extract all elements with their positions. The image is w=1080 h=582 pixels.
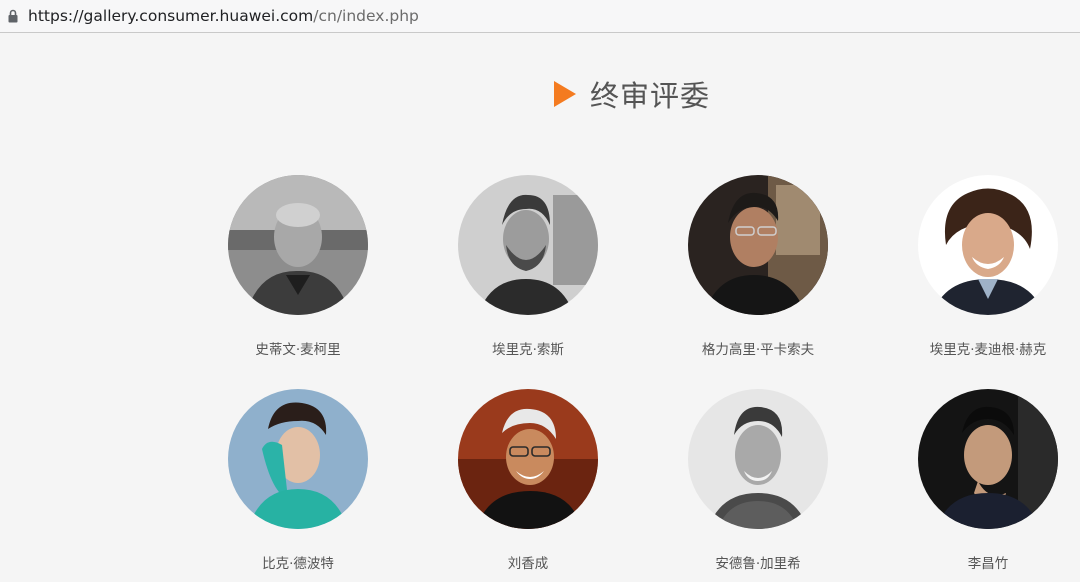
- play-triangle-icon: [554, 81, 576, 107]
- judge-card[interactable]: 比克·德波特: [188, 389, 408, 572]
- judge-name[interactable]: 史蒂文·麦柯里: [188, 338, 408, 358]
- url-host: https://gallery.consumer.huawei.com: [28, 7, 314, 25]
- judge-name[interactable]: 安德鲁·加里希: [648, 552, 868, 572]
- judge-portrait[interactable]: [918, 175, 1058, 315]
- judge-portrait[interactable]: [458, 175, 598, 315]
- judge-card[interactable]: 格力高里·平卡索夫: [648, 175, 868, 358]
- section-heading: 终审评委: [554, 76, 711, 113]
- judge-name[interactable]: 李昌竹: [878, 552, 1080, 572]
- judge-portrait[interactable]: [228, 389, 368, 529]
- judge-portrait[interactable]: [458, 389, 598, 529]
- judge-name[interactable]: 比克·德波特: [188, 552, 408, 572]
- judge-card[interactable]: 李昌竹: [878, 389, 1080, 572]
- lock-icon: [8, 9, 18, 23]
- section-title: 终审评委: [590, 79, 711, 113]
- judge-card[interactable]: 埃里克·索斯: [418, 175, 638, 358]
- judge-portrait[interactable]: [688, 175, 828, 315]
- judge-name[interactable]: 埃里克·索斯: [418, 338, 638, 358]
- judge-card[interactable]: 史蒂文·麦柯里: [188, 175, 408, 358]
- url-text[interactable]: https://gallery.consumer.huawei.com/cn/i…: [28, 6, 419, 26]
- judge-card[interactable]: 埃里克·麦迪根·赫克: [878, 175, 1080, 358]
- judge-name[interactable]: 格力高里·平卡索夫: [648, 338, 868, 358]
- judge-card[interactable]: 安德鲁·加里希: [648, 389, 868, 572]
- judge-portrait[interactable]: [918, 389, 1058, 529]
- judge-card[interactable]: 刘香成: [418, 389, 638, 572]
- page: https://gallery.consumer.huawei.com/cn/i…: [0, 0, 1080, 582]
- judge-portrait[interactable]: [688, 389, 828, 529]
- address-bar[interactable]: https://gallery.consumer.huawei.com/cn/i…: [0, 0, 1080, 33]
- judge-name[interactable]: 埃里克·麦迪根·赫克: [878, 338, 1080, 358]
- url-path: /cn/index.php: [313, 7, 419, 25]
- judge-portrait[interactable]: [228, 175, 368, 315]
- judge-name[interactable]: 刘香成: [418, 552, 638, 572]
